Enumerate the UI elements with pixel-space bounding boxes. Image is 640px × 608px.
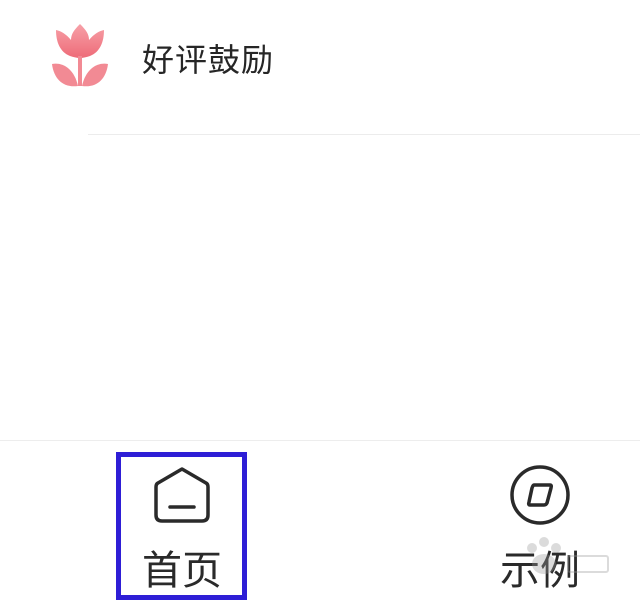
flower-icon — [44, 20, 116, 92]
tab-bar: 首页 示例 — [0, 440, 640, 608]
tab-home[interactable]: 首页 — [112, 441, 252, 608]
list-item-rate-encourage[interactable]: 好评鼓励 — [0, 0, 640, 136]
row-divider — [88, 134, 640, 135]
tab-example-label: 示例 — [500, 548, 580, 594]
tab-example[interactable]: 示例 — [470, 441, 610, 608]
list-item-label: 好评鼓励 — [142, 41, 275, 79]
home-icon — [150, 463, 214, 527]
example-icon — [508, 463, 572, 527]
content-area — [0, 136, 640, 440]
tab-home-label: 首页 — [142, 548, 222, 594]
app-screen: 好评鼓励 首页 示例 — [0, 0, 640, 608]
